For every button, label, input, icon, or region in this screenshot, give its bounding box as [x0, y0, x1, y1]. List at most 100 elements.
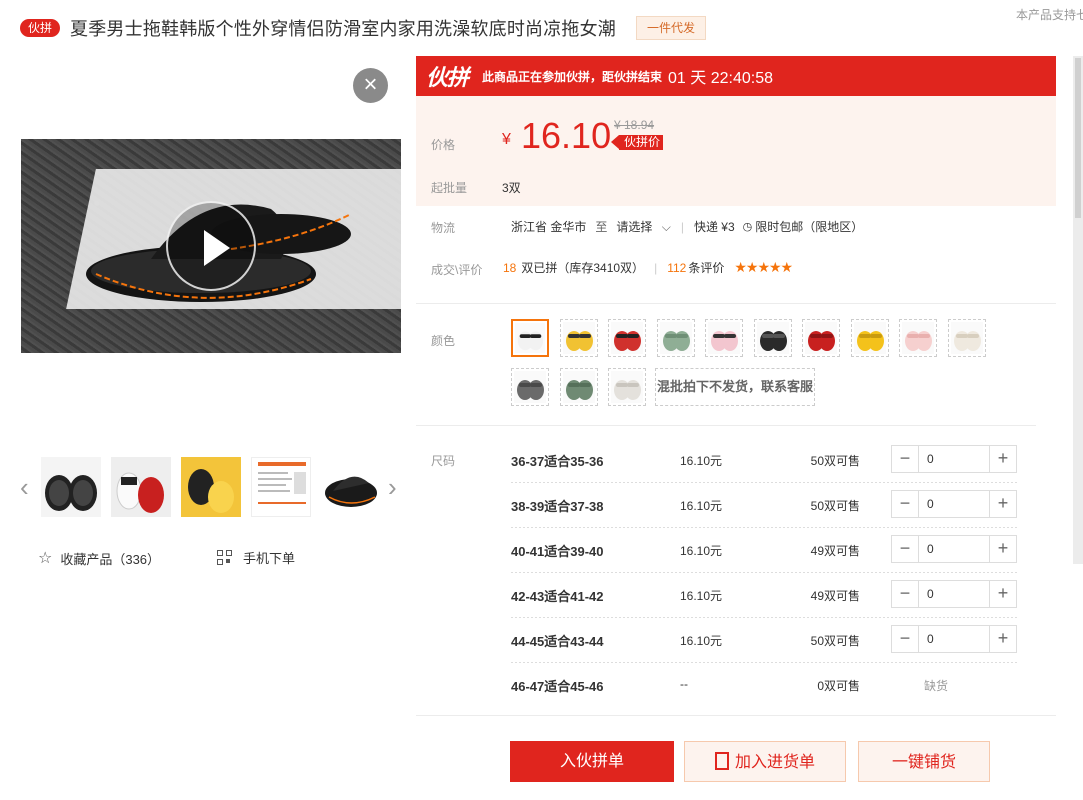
sales-reviews-label: 成交\评价 [431, 263, 483, 277]
add-to-cart-label: 加入进货单 [734, 754, 815, 771]
swatch-image [756, 322, 789, 354]
plus-button[interactable]: + [990, 536, 1016, 562]
clock-icon: ◷ [742, 221, 753, 233]
plus-button[interactable]: + [990, 626, 1016, 652]
distribute-button[interactable]: 一键铺货 [858, 741, 990, 782]
swatch-image [805, 322, 837, 354]
swatch-image [708, 322, 740, 354]
review-text[interactable]: 条评价 [688, 259, 724, 276]
destination-select[interactable]: 请选择 ⌵ [616, 218, 670, 235]
qr-code-icon [217, 549, 233, 566]
size-name: 36-37适合35-36 [511, 454, 604, 469]
price-tag-badge: 伙拼价 [610, 135, 664, 150]
clipboard-icon [714, 752, 729, 770]
chevron-down-icon[interactable]: ⌵ [662, 220, 671, 234]
row-divider [511, 572, 1019, 573]
row-divider [511, 482, 1019, 483]
quantity-input[interactable]: 0 [918, 446, 990, 472]
swatch-image [659, 322, 692, 354]
thumbnail-strip: ‹ › [20, 456, 410, 518]
quantity-stepper[interactable]: −0 + [891, 445, 1017, 473]
quantity-input[interactable]: 0 [918, 626, 990, 652]
color-swatch-red-black[interactable] [608, 319, 646, 357]
sales-reviews-row: 18 双已拼（库存3410双） | 112 条评价 ★★★★★ [503, 259, 793, 276]
thumbnail-1[interactable] [41, 457, 101, 517]
row-divider [511, 617, 1019, 618]
price-label: 价格 [431, 138, 456, 152]
right-scrollbar[interactable] [1073, 56, 1083, 564]
origin-location: 浙江省 金华市 [511, 220, 587, 234]
size-stock: 0双可售 [817, 679, 860, 693]
quantity-input[interactable]: 0 [918, 581, 990, 607]
color-swatch-light-grey[interactable] [608, 368, 646, 406]
review-count[interactable]: 112 [667, 261, 686, 275]
color-swatch-red[interactable] [802, 319, 840, 357]
close-video-button[interactable]: × [353, 68, 388, 103]
join-group-buy-button[interactable]: 入伙拼单 [510, 741, 674, 782]
plus-button[interactable]: + [990, 446, 1016, 472]
size-name: 42-43适合41-42 [511, 589, 604, 604]
size-label: 尺码 [431, 454, 456, 468]
size-name: 38-39适合37-38 [511, 499, 604, 514]
size-price: -- [680, 677, 688, 691]
thumb-next-arrow[interactable]: › [388, 472, 397, 503]
minus-button[interactable]: − [892, 491, 918, 517]
thumbnail-4[interactable] [251, 457, 311, 517]
swatch-image [562, 371, 595, 403]
swatch-image [611, 371, 643, 403]
quantity-stepper[interactable]: −0 + [891, 580, 1017, 608]
swatch-image [562, 322, 595, 354]
size-name: 44-45适合43-44 [511, 634, 604, 649]
currency-symbol: ¥ [502, 131, 511, 148]
scrollbar-thumb[interactable] [1075, 58, 1081, 218]
promo-text: 此商品正在参加伙拼，距伙拼结束 [482, 69, 663, 84]
minus-button[interactable]: − [892, 446, 918, 472]
quantity-input[interactable]: 0 [918, 491, 990, 517]
size-price: 16.10元 [680, 589, 723, 603]
title-row: 伙拼 夏季男士拖鞋韩版个性外穿情侣防滑室内家用洗澡软底时尚凉拖女潮 一件代发 [20, 14, 1083, 42]
size-stock: 49双可售 [810, 544, 860, 558]
size-name: 46-47适合45-46 [511, 679, 604, 694]
thumbnail-2[interactable] [111, 457, 171, 517]
size-price: 16.10元 [680, 634, 723, 648]
row-divider [511, 527, 1019, 528]
color-swatch-white-black[interactable] [511, 319, 549, 357]
quantity-stepper[interactable]: −0 + [891, 490, 1017, 518]
minus-button[interactable]: − [892, 581, 918, 607]
thumbnail-5[interactable] [321, 457, 381, 517]
close-icon[interactable]: × [363, 71, 377, 98]
divider [416, 425, 1036, 426]
favorite-button[interactable]: ☆ 收藏产品（336） [38, 548, 160, 568]
play-button[interactable] [166, 201, 256, 291]
logistics-row: 浙江省 金华市 至 请选择 ⌵ | 快递 ¥3 ◷ 限时包邮（限地区） [511, 218, 863, 235]
destination-select-label[interactable]: 请选择 [616, 220, 652, 234]
thumb-prev-arrow[interactable]: ‹ [20, 472, 29, 503]
plus-button[interactable]: + [990, 581, 1016, 607]
quantity-stepper[interactable]: −0 + [891, 535, 1017, 563]
moq-value: 3双 [502, 181, 521, 195]
add-to-cart-button[interactable]: 加入进货单 [684, 741, 846, 782]
color-swatch-grey[interactable] [511, 368, 549, 406]
color-swatch-green[interactable] [656, 319, 695, 357]
dropship-badge: 一件代发 [636, 16, 707, 40]
minus-button[interactable]: − [892, 626, 918, 652]
minus-button[interactable]: − [892, 536, 918, 562]
favorite-label: 收藏产品（336） [60, 551, 161, 567]
swatch-image [853, 322, 886, 354]
thumbnail-3[interactable] [181, 457, 241, 517]
color-swatch-black[interactable] [753, 319, 792, 357]
color-swatch-pink[interactable] [899, 319, 937, 357]
mobile-order-button[interactable]: 手机下单 [217, 548, 295, 567]
thumb-image-1 [45, 475, 97, 511]
color-swatch-dark-green[interactable] [559, 368, 598, 406]
thumb-image-4 [258, 462, 306, 504]
color-swatch-yellow-black[interactable] [559, 319, 598, 357]
quantity-input[interactable]: 0 [918, 536, 990, 562]
quantity-stepper[interactable]: −0 + [891, 625, 1017, 653]
product-video[interactable] [21, 139, 401, 353]
plus-button[interactable]: + [990, 491, 1016, 517]
color-swatch-pink-black[interactable] [705, 319, 743, 357]
size-stock: 50双可售 [810, 634, 860, 648]
color-swatch-yellow[interactable] [850, 319, 889, 357]
color-swatch-cream[interactable] [947, 319, 986, 357]
